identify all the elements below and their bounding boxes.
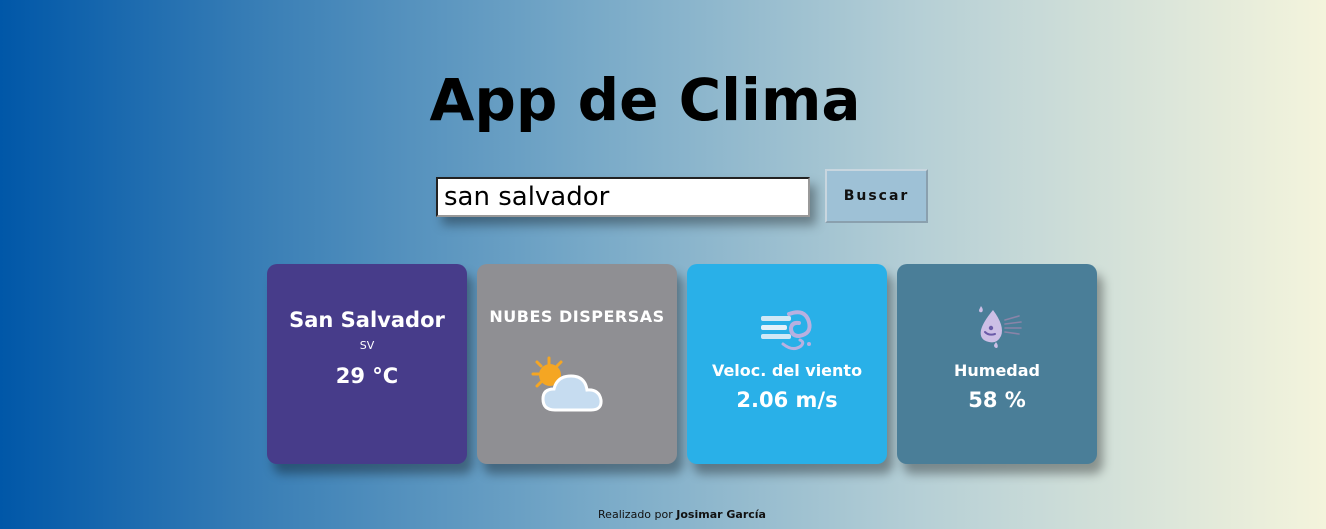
footer-prefix: Realizado por <box>598 508 673 521</box>
partly-cloudy-icon <box>531 356 603 412</box>
wind-speed-value: 2.06 m/s <box>736 388 838 412</box>
wind-icon <box>761 310 812 351</box>
humidity-label: Humedad <box>953 361 1040 380</box>
city-name: San Salvador <box>289 308 445 332</box>
weather-description: NUBES DISPERSAS <box>489 307 665 326</box>
search-button[interactable]: Buscar <box>825 169 928 223</box>
wind-label: Veloc. del viento <box>711 361 863 380</box>
humidity-card: Humedad 58 % <box>897 264 1097 464</box>
footer-author: Josimar García <box>676 508 766 521</box>
city-card: San Salvador SV 29 °C <box>267 264 467 464</box>
country-code: SV <box>359 339 375 352</box>
weather-description-card: NUBES DISPERSAS <box>477 264 677 464</box>
temperature-value: 29 °C <box>335 364 399 388</box>
humidity-icon <box>979 306 1022 348</box>
footer-credit: Realizado por Josimar García <box>0 508 1326 521</box>
wind-card: Veloc. del viento 2.06 m/s <box>687 264 887 464</box>
page-title: App de Clima <box>429 66 861 134</box>
search-input[interactable] <box>436 177 810 217</box>
humidity-value: 58 % <box>968 388 1026 412</box>
